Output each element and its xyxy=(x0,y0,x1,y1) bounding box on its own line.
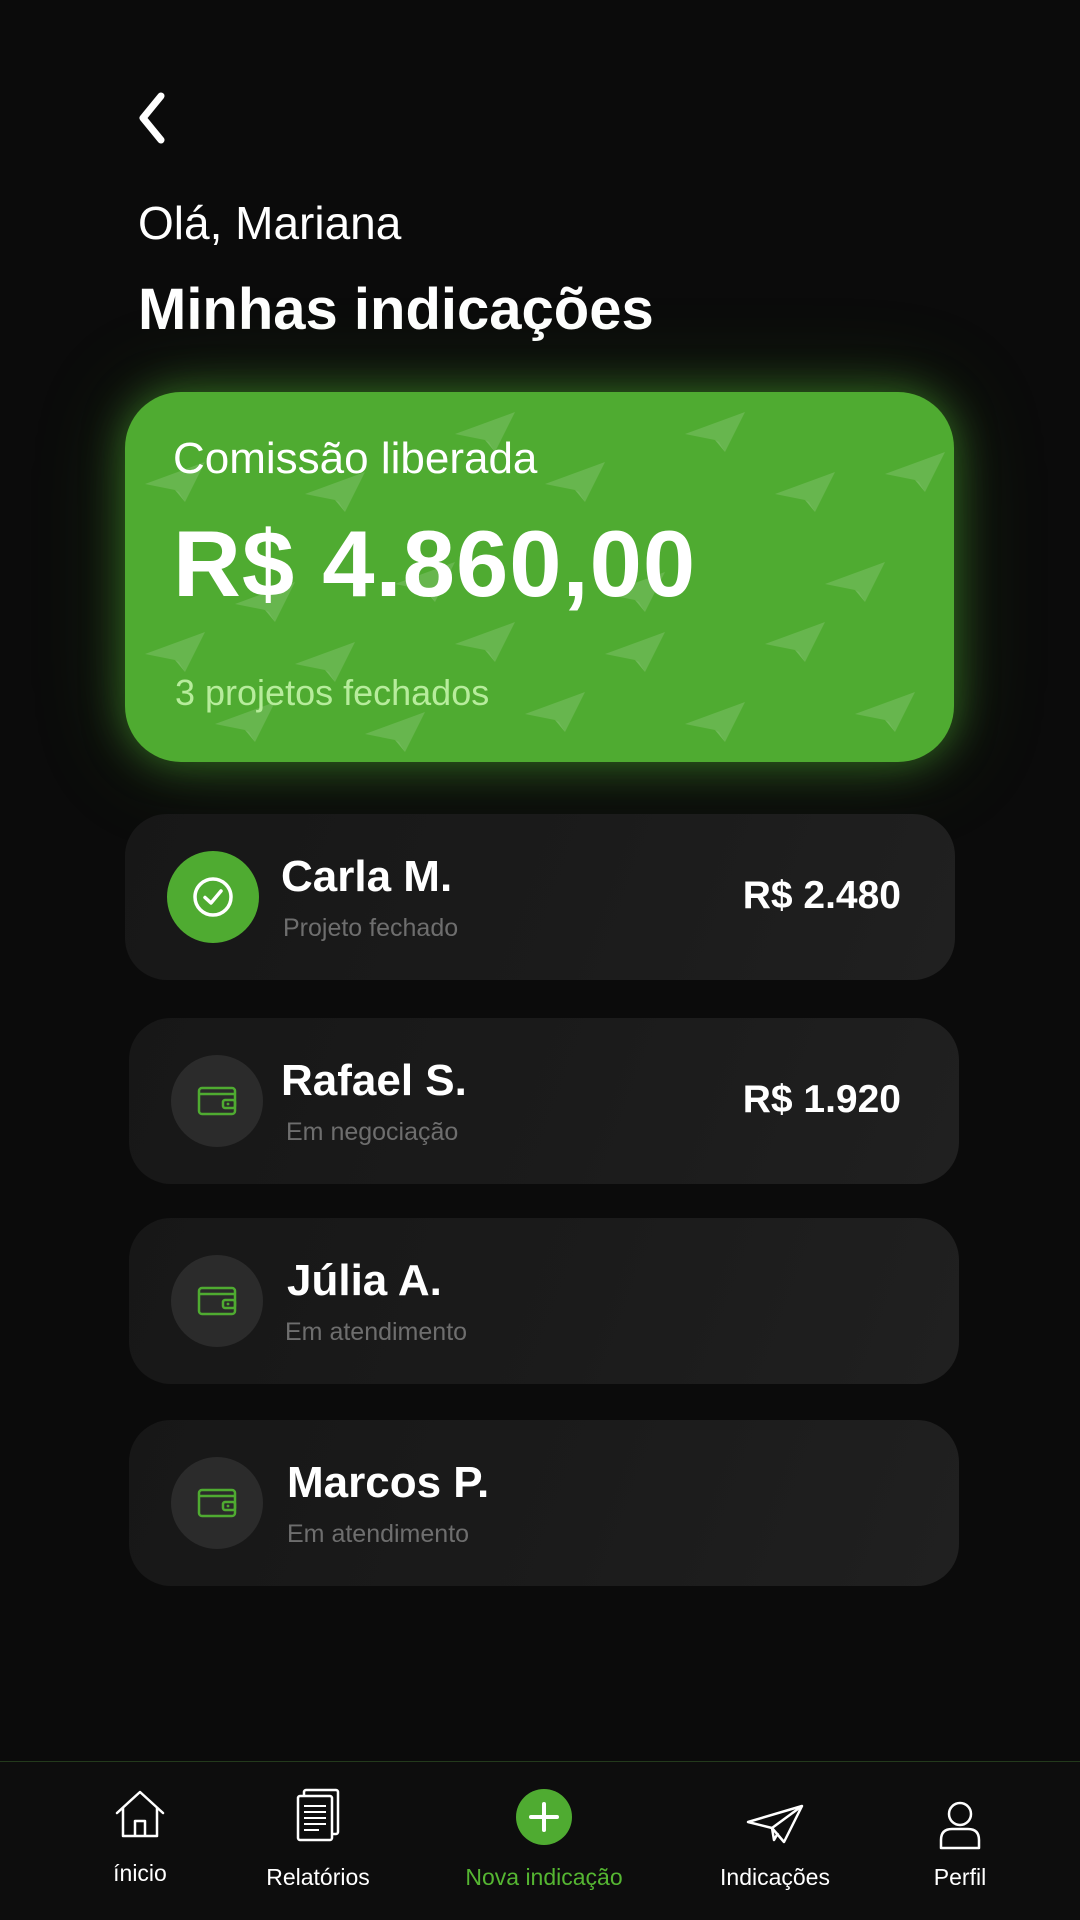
status-circle xyxy=(167,851,259,943)
home-icon xyxy=(115,1790,165,1838)
commission-summary-card: Comissão liberada R$ 4.860,00 3 projetos… xyxy=(125,392,954,762)
nav-label: Perfil xyxy=(933,1864,987,1890)
paper-plane-icon xyxy=(746,1804,804,1844)
referral-card-julia[interactable]: Júlia A. Em atendimento xyxy=(129,1218,959,1384)
commission-value: R$ 4.860,00 xyxy=(173,511,697,616)
wallet-icon xyxy=(197,1286,237,1316)
nav-item-indicacoes[interactable]: Indicações xyxy=(710,1762,840,1920)
referral-name: Marcos P. xyxy=(287,1458,490,1507)
commission-label: Comissão liberada xyxy=(173,434,538,483)
nav-label: ínicio xyxy=(113,1860,167,1886)
referral-card-marcos[interactable]: Marcos P. Em atendimento xyxy=(129,1420,959,1586)
bottom-nav: ínicio Relatórios Nova indicação Indicaç… xyxy=(0,1761,1080,1920)
referral-status: Em negociação xyxy=(286,1118,459,1146)
chevron-left-icon xyxy=(139,92,165,144)
nav-item-inicio[interactable]: ínicio xyxy=(90,1762,190,1920)
referral-status: Projeto fechado xyxy=(283,914,459,942)
report-icon xyxy=(296,1788,340,1842)
nav-item-perfil[interactable]: Perfil xyxy=(910,1762,1010,1920)
nav-item-nova-indicacao[interactable]: Nova indicação xyxy=(456,1762,632,1920)
nav-label: Indicações xyxy=(720,1864,830,1890)
plus-icon xyxy=(516,1789,572,1845)
wallet-icon xyxy=(197,1086,237,1116)
page-title: Minhas indicações xyxy=(138,277,654,342)
check-icon xyxy=(193,877,233,917)
referral-status: Em atendimento xyxy=(285,1318,468,1346)
status-circle xyxy=(171,1457,263,1549)
status-circle xyxy=(171,1255,263,1347)
nav-item-relatorios[interactable]: Relatórios xyxy=(250,1762,386,1920)
referral-card-rafael[interactable]: Rafael S. Em negociação R$ 1.920 xyxy=(129,1018,959,1184)
user-icon xyxy=(939,1801,981,1850)
referral-card-carla[interactable]: Carla M. Projeto fechado R$ 2.480 xyxy=(125,814,955,980)
referral-name: Rafael S. xyxy=(281,1056,467,1105)
nav-label: Relatórios xyxy=(266,1864,370,1890)
status-circle xyxy=(171,1055,263,1147)
greeting: Olá, Mariana xyxy=(138,197,402,249)
wallet-icon xyxy=(197,1488,237,1518)
referral-amount: R$ 2.480 xyxy=(742,874,901,917)
referral-name: Júlia A. xyxy=(287,1256,442,1305)
back-button[interactable] xyxy=(130,88,174,148)
referral-amount: R$ 1.920 xyxy=(742,1078,901,1121)
closed-projects-count: 3 projetos fechados xyxy=(175,672,490,713)
referral-status: Em atendimento xyxy=(287,1520,470,1548)
referral-name: Carla M. xyxy=(281,852,453,901)
nav-label: Nova indicação xyxy=(465,1864,623,1890)
